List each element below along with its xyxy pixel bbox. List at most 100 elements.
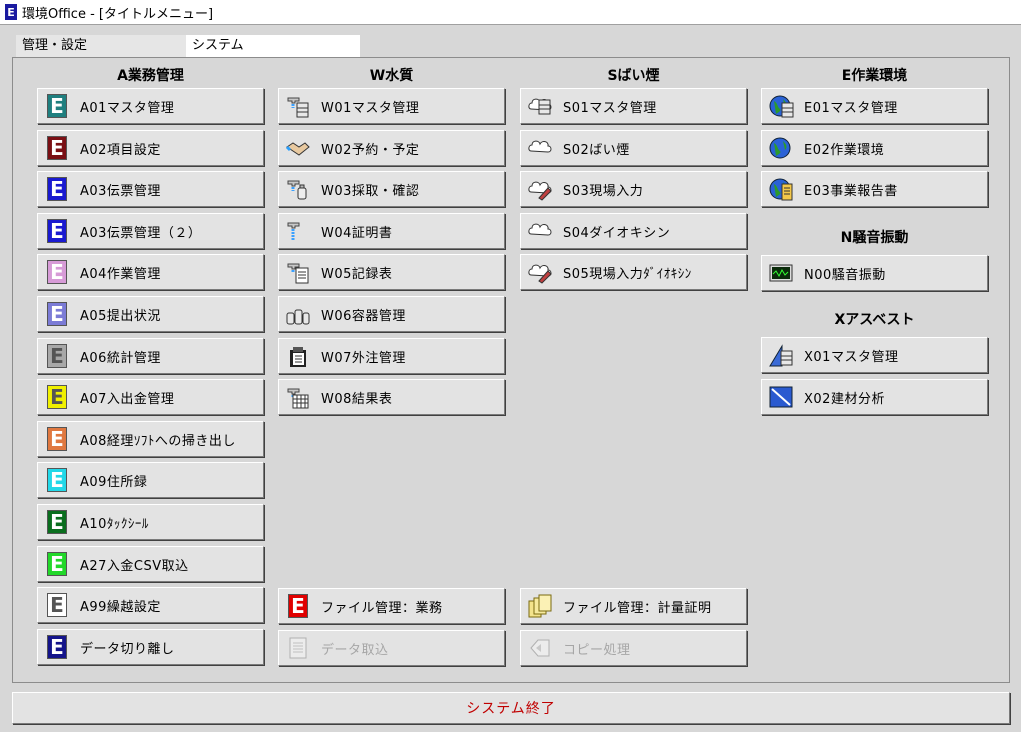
asbestos-cabinet-icon	[768, 342, 794, 368]
a-menu-button[interactable]: E A02項目設定	[37, 130, 264, 166]
oscilloscope-icon	[768, 260, 794, 286]
button-label: A27入金CSV取込	[80, 558, 189, 574]
button-label: W04証明書	[321, 225, 393, 241]
copy-process-button[interactable]: コピー処理	[520, 630, 747, 666]
file-management-business-button[interactable]: E ファイル管理：業務	[278, 588, 505, 624]
w-menu-button[interactable]: W06容器管理	[278, 296, 505, 332]
e-letter-icon: E	[44, 384, 70, 410]
tab-system[interactable]: システム	[186, 35, 360, 57]
e-letter-icon: E	[44, 301, 70, 327]
w-menu-button[interactable]: W04証明書	[278, 213, 505, 249]
column-title-w: W水質	[369, 68, 414, 84]
smoke-pencil-icon	[527, 259, 553, 285]
app-e-icon: E	[5, 4, 17, 20]
column-title-x: Xアスベスト	[834, 312, 915, 328]
w-menu-button[interactable]: W01マスタ管理	[278, 88, 505, 124]
file-management-certificate-button[interactable]: ファイル管理：計量証明	[520, 588, 747, 624]
s-menu-button[interactable]: S02ばい煙	[520, 130, 747, 166]
w-menu-button[interactable]: W07外注管理	[278, 338, 505, 374]
e-letter-icon: E	[44, 509, 70, 535]
tab-strip: 管理・設定 システム	[16, 35, 360, 57]
button-label: W05記録表	[321, 266, 393, 282]
button-label: W06容器管理	[321, 308, 406, 324]
e-letter-icon: E	[44, 551, 70, 577]
system-exit-button[interactable]: システム終了	[12, 692, 1010, 724]
w-menu-button[interactable]: W05記録表	[278, 254, 505, 290]
menu-panel: A業務管理 W水質 Sばい煙 E作業環境 N騒音振動 Xアスベスト E ファイル…	[12, 57, 1010, 683]
smoke-cabinet-icon	[527, 93, 553, 119]
tab-management-settings[interactable]: 管理・設定	[16, 35, 186, 57]
button-label: S03現場入力	[563, 183, 644, 199]
a-menu-button[interactable]: E A01マスタ管理	[37, 88, 264, 124]
button-label: A08経理ｿﾌﾄへの掃き出し	[80, 433, 236, 449]
faucet-document-icon	[285, 218, 311, 244]
e-letter-icon: E	[285, 593, 311, 619]
button-label: A99繰越設定	[80, 599, 161, 615]
e-menu-button[interactable]: E02作業環境	[761, 130, 988, 166]
button-label: ファイル管理：業務	[321, 600, 443, 616]
button-label: W08結果表	[321, 391, 393, 407]
button-label: A07入出金管理	[80, 391, 175, 407]
faucet-cabinet-icon	[285, 93, 311, 119]
column-title-s: Sばい煙	[607, 68, 660, 84]
a-menu-button[interactable]: E A10ﾀｯｸｼｰﾙ	[37, 504, 264, 540]
e-menu-button[interactable]: E03事業報告書	[761, 171, 988, 207]
a-menu-button[interactable]: E A99繰越設定	[37, 587, 264, 623]
w-menu-button[interactable]: W03採取・確認	[278, 171, 505, 207]
x-menu-button[interactable]: X02建材分析	[761, 379, 988, 415]
faucet-record-icon	[285, 259, 311, 285]
bottles-icon	[285, 301, 311, 327]
a-menu-button[interactable]: E A04作業管理	[37, 254, 264, 290]
button-label: ファイル管理：計量証明	[563, 600, 712, 616]
a-menu-button[interactable]: E A06統計管理	[37, 338, 264, 374]
button-label: A04作業管理	[80, 266, 161, 282]
button-label: E03事業報告書	[804, 183, 898, 199]
e-letter-icon: E	[44, 218, 70, 244]
a-menu-button[interactable]: E A05提出状況	[37, 296, 264, 332]
button-label: A03伝票管理（２）	[80, 225, 202, 241]
smoke-cloud-icon	[527, 135, 553, 161]
a-menu-button[interactable]: E A03伝票管理	[37, 171, 264, 207]
button-label: コピー処理	[563, 642, 631, 658]
globe-cabinet-icon	[768, 93, 794, 119]
column-title-n: N騒音振動	[840, 230, 909, 246]
window-title: 環境Office - [タイトルメニュー]	[22, 6, 214, 22]
e-menu-button[interactable]: E01マスタ管理	[761, 88, 988, 124]
button-label: A10ﾀｯｸｼｰﾙ	[80, 516, 149, 532]
s-menu-button[interactable]: S03現場入力	[520, 171, 747, 207]
column-title-e: E作業環境	[841, 68, 908, 84]
a-menu-button[interactable]: E A07入出金管理	[37, 379, 264, 415]
a-menu-button[interactable]: E A03伝票管理（２）	[37, 213, 264, 249]
button-label: A03伝票管理	[80, 183, 161, 199]
folders-icon	[527, 593, 553, 619]
a-menu-button[interactable]: E A27入金CSV取込	[37, 546, 264, 582]
e-letter-icon: E	[44, 176, 70, 202]
e-letter-icon: E	[44, 93, 70, 119]
w-menu-button[interactable]: W08結果表	[278, 379, 505, 415]
button-label: W07外注管理	[321, 350, 406, 366]
x-menu-button[interactable]: X01マスタ管理	[761, 337, 988, 373]
a-menu-button[interactable]: E データ切り離し	[37, 629, 264, 665]
s-menu-button[interactable]: S01マスタ管理	[520, 88, 747, 124]
faucet-bottle-icon	[285, 176, 311, 202]
e-letter-icon: E	[44, 592, 70, 618]
n-menu-button[interactable]: N00騒音振動	[761, 255, 988, 291]
a-menu-button[interactable]: E A09住所録	[37, 462, 264, 498]
column-title-a: A業務管理	[117, 68, 184, 84]
smoke-cloud-icon	[527, 218, 553, 244]
document-import-icon	[285, 635, 311, 661]
s-menu-button[interactable]: S04ダイオキシン	[520, 213, 747, 249]
title-bar: E 環境Office - [タイトルメニュー]	[0, 0, 1021, 24]
w-menu-button[interactable]: W02予約・予定	[278, 130, 505, 166]
button-label: A05提出状況	[80, 308, 161, 324]
button-label: A09住所録	[80, 474, 148, 490]
button-label: W02予約・予定	[321, 142, 420, 158]
data-import-button[interactable]: データ取込	[278, 630, 505, 666]
s-menu-button[interactable]: S05現場入力ﾀﾞｲｵｷｼﾝ	[520, 254, 747, 290]
e-letter-icon: E	[44, 135, 70, 161]
smoke-pencil-icon	[527, 176, 553, 202]
a-menu-button[interactable]: E A08経理ｿﾌﾄへの掃き出し	[37, 421, 264, 457]
e-letter-icon: E	[44, 343, 70, 369]
button-label: N00騒音振動	[804, 267, 886, 283]
button-label: W01マスタ管理	[321, 100, 420, 116]
